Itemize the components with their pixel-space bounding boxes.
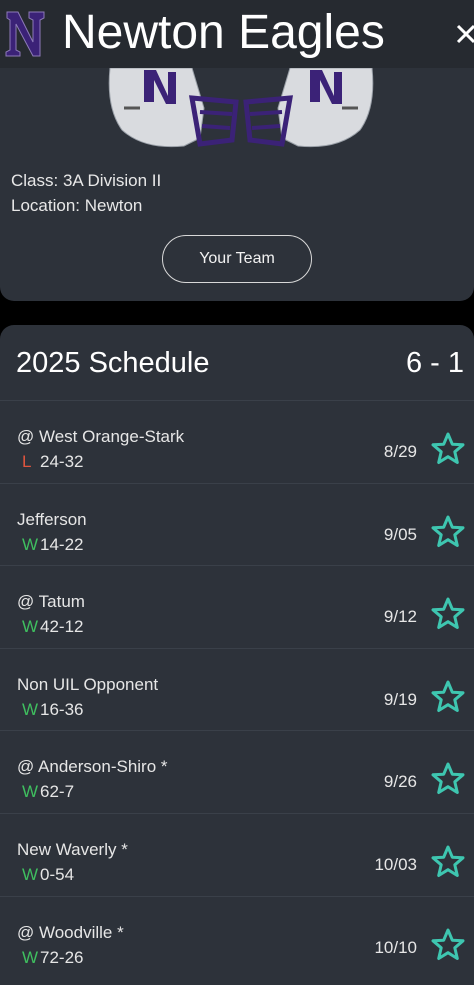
game-result: W 42-12	[22, 617, 83, 637]
game-date: 9/19	[383, 689, 417, 709]
your-team-button[interactable]: Your Team	[162, 235, 312, 283]
game-result: W 16-36	[22, 700, 83, 720]
schedule-card: 2025 Schedule 6 - 1 @ West Orange-Stark L…	[0, 325, 474, 985]
game-date: 10/10	[374, 937, 417, 957]
game-date: 9/05	[383, 524, 417, 544]
favorite-star-icon[interactable]	[430, 927, 466, 963]
app-header: Newton Eagles	[0, 0, 474, 68]
favorite-star-icon[interactable]	[430, 679, 466, 715]
game-row[interactable]: Jefferson W 14-22 9/05	[0, 482, 474, 566]
favorite-star-icon[interactable]	[430, 761, 466, 797]
game-score: 24-32	[40, 452, 84, 471]
game-score: 0-54	[40, 865, 75, 884]
game-result: W 0-54	[22, 865, 74, 885]
game-opponent: @ Tatum	[17, 592, 85, 612]
helmets-image	[108, 68, 374, 148]
game-score: 62-7	[40, 782, 75, 802]
team-class: Class: 3A Division II	[11, 171, 162, 190]
game-date: 9/12	[383, 607, 417, 627]
schedule-title: 2025 Schedule	[16, 347, 210, 379]
game-score: 72-26	[40, 947, 84, 967]
game-result-letter: W	[22, 617, 39, 637]
game-opponent: @ Anderson-Shiro *	[17, 757, 168, 777]
game-result-letter: W	[22, 947, 39, 967]
game-opponent: @ West Orange-Stark	[17, 427, 185, 446]
close-icon[interactable]	[456, 14, 474, 54]
team-logo-icon	[5, 11, 45, 57]
season-record: 6 - 1	[405, 347, 464, 379]
game-row[interactable]: Non UIL Opponent W 16-36 9/19	[0, 647, 474, 731]
game-result-letter: W	[22, 865, 39, 884]
game-result: L 24-32	[22, 452, 83, 472]
game-score: 14-22	[40, 534, 84, 554]
game-result: W 72-26	[22, 948, 83, 968]
game-date: 8/29	[383, 442, 417, 461]
game-row[interactable]: @ Tatum W 42-12 9/12	[0, 565, 474, 648]
game-row[interactable]: @ West Orange-Stark L 24-32 8/29	[0, 400, 474, 483]
game-row[interactable]: New Waverly * W 0-54 10/03	[0, 813, 474, 896]
game-date: 9/26	[383, 772, 417, 792]
game-score: 16-36	[40, 699, 84, 719]
game-result-letter: W	[22, 782, 39, 802]
game-result-letter: W	[22, 699, 39, 719]
team-info-card: Class: 3A Division II Location: Newton Y…	[0, 68, 474, 301]
team-location: Location: Newton	[11, 196, 143, 215]
game-result-letter: L	[22, 452, 32, 471]
game-result: W 14-22	[22, 535, 83, 555]
favorite-star-icon[interactable]	[430, 514, 466, 550]
game-score: 42-12	[40, 617, 84, 637]
page-title: Newton Eagles	[62, 6, 385, 59]
game-opponent: New Waverly *	[17, 840, 128, 859]
game-row[interactable]: @ Anderson-Shiro * W 62-7 9/26	[0, 730, 474, 813]
favorite-star-icon[interactable]	[430, 844, 466, 880]
game-opponent: @ Woodville *	[17, 922, 124, 942]
game-row[interactable]: @ Woodville * W 72-26 10/10	[0, 895, 474, 979]
game-opponent: Non UIL Opponent	[17, 674, 159, 694]
game-result-letter: W	[22, 534, 39, 554]
game-opponent: Jefferson	[17, 509, 87, 529]
favorite-star-icon[interactable]	[430, 431, 466, 467]
favorite-star-icon[interactable]	[430, 596, 466, 632]
game-date: 10/03	[374, 855, 417, 874]
game-result: W 62-7	[22, 782, 74, 802]
